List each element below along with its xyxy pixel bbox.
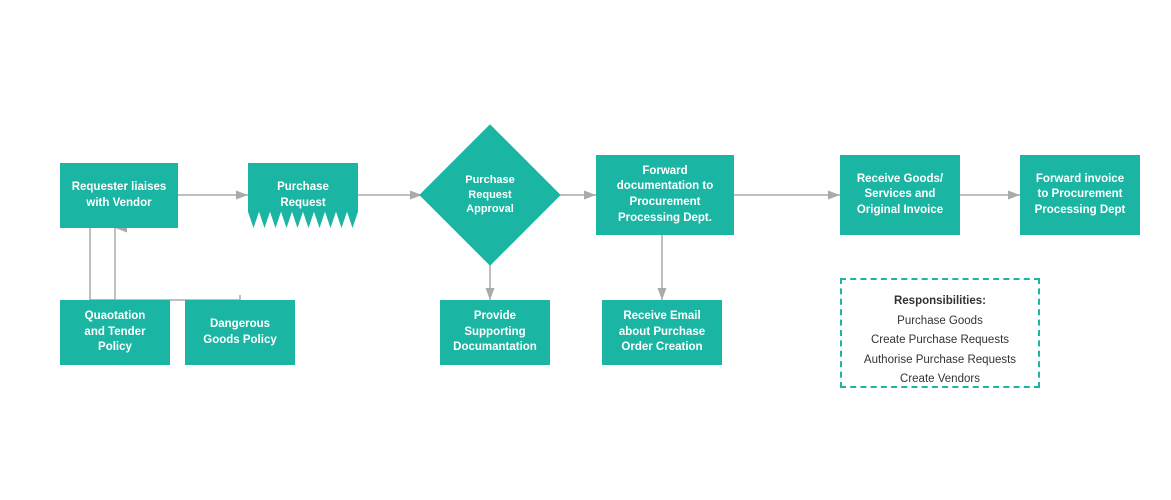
diagram-container: Requester liaises with Vendor PurchaseRe… xyxy=(0,0,1171,500)
quotation-box: Quaotationand TenderPolicy xyxy=(60,300,170,365)
forward-invoice-box: Forward invoiceto ProcurementProcessing … xyxy=(1020,155,1140,235)
responsibilities-box: Responsibilities: Purchase Goods Create … xyxy=(840,278,1040,388)
forward-doc-box: Forwarddocumentation toProcurementProces… xyxy=(596,155,734,235)
receive-email-box: Receive Emailabout PurchaseOrder Creatio… xyxy=(602,300,722,365)
provide-support-box: ProvideSupportingDocumantation xyxy=(440,300,550,365)
responsibilities-items: Purchase Goods Create Purchase Requests … xyxy=(858,312,1022,390)
receive-goods-box: Receive Goods/Services andOriginal Invoi… xyxy=(840,155,960,235)
requester-box: Requester liaises with Vendor xyxy=(60,163,178,228)
dangerous-goods-box: DangerousGoods Policy xyxy=(185,300,295,365)
responsibilities-title: Responsibilities: xyxy=(858,292,1022,312)
purchase-request-box: PurchaseRequest xyxy=(248,163,358,228)
arrows-svg xyxy=(0,0,1171,500)
purchase-request-approval-diamond: PurchaseRequestApproval xyxy=(422,145,558,245)
